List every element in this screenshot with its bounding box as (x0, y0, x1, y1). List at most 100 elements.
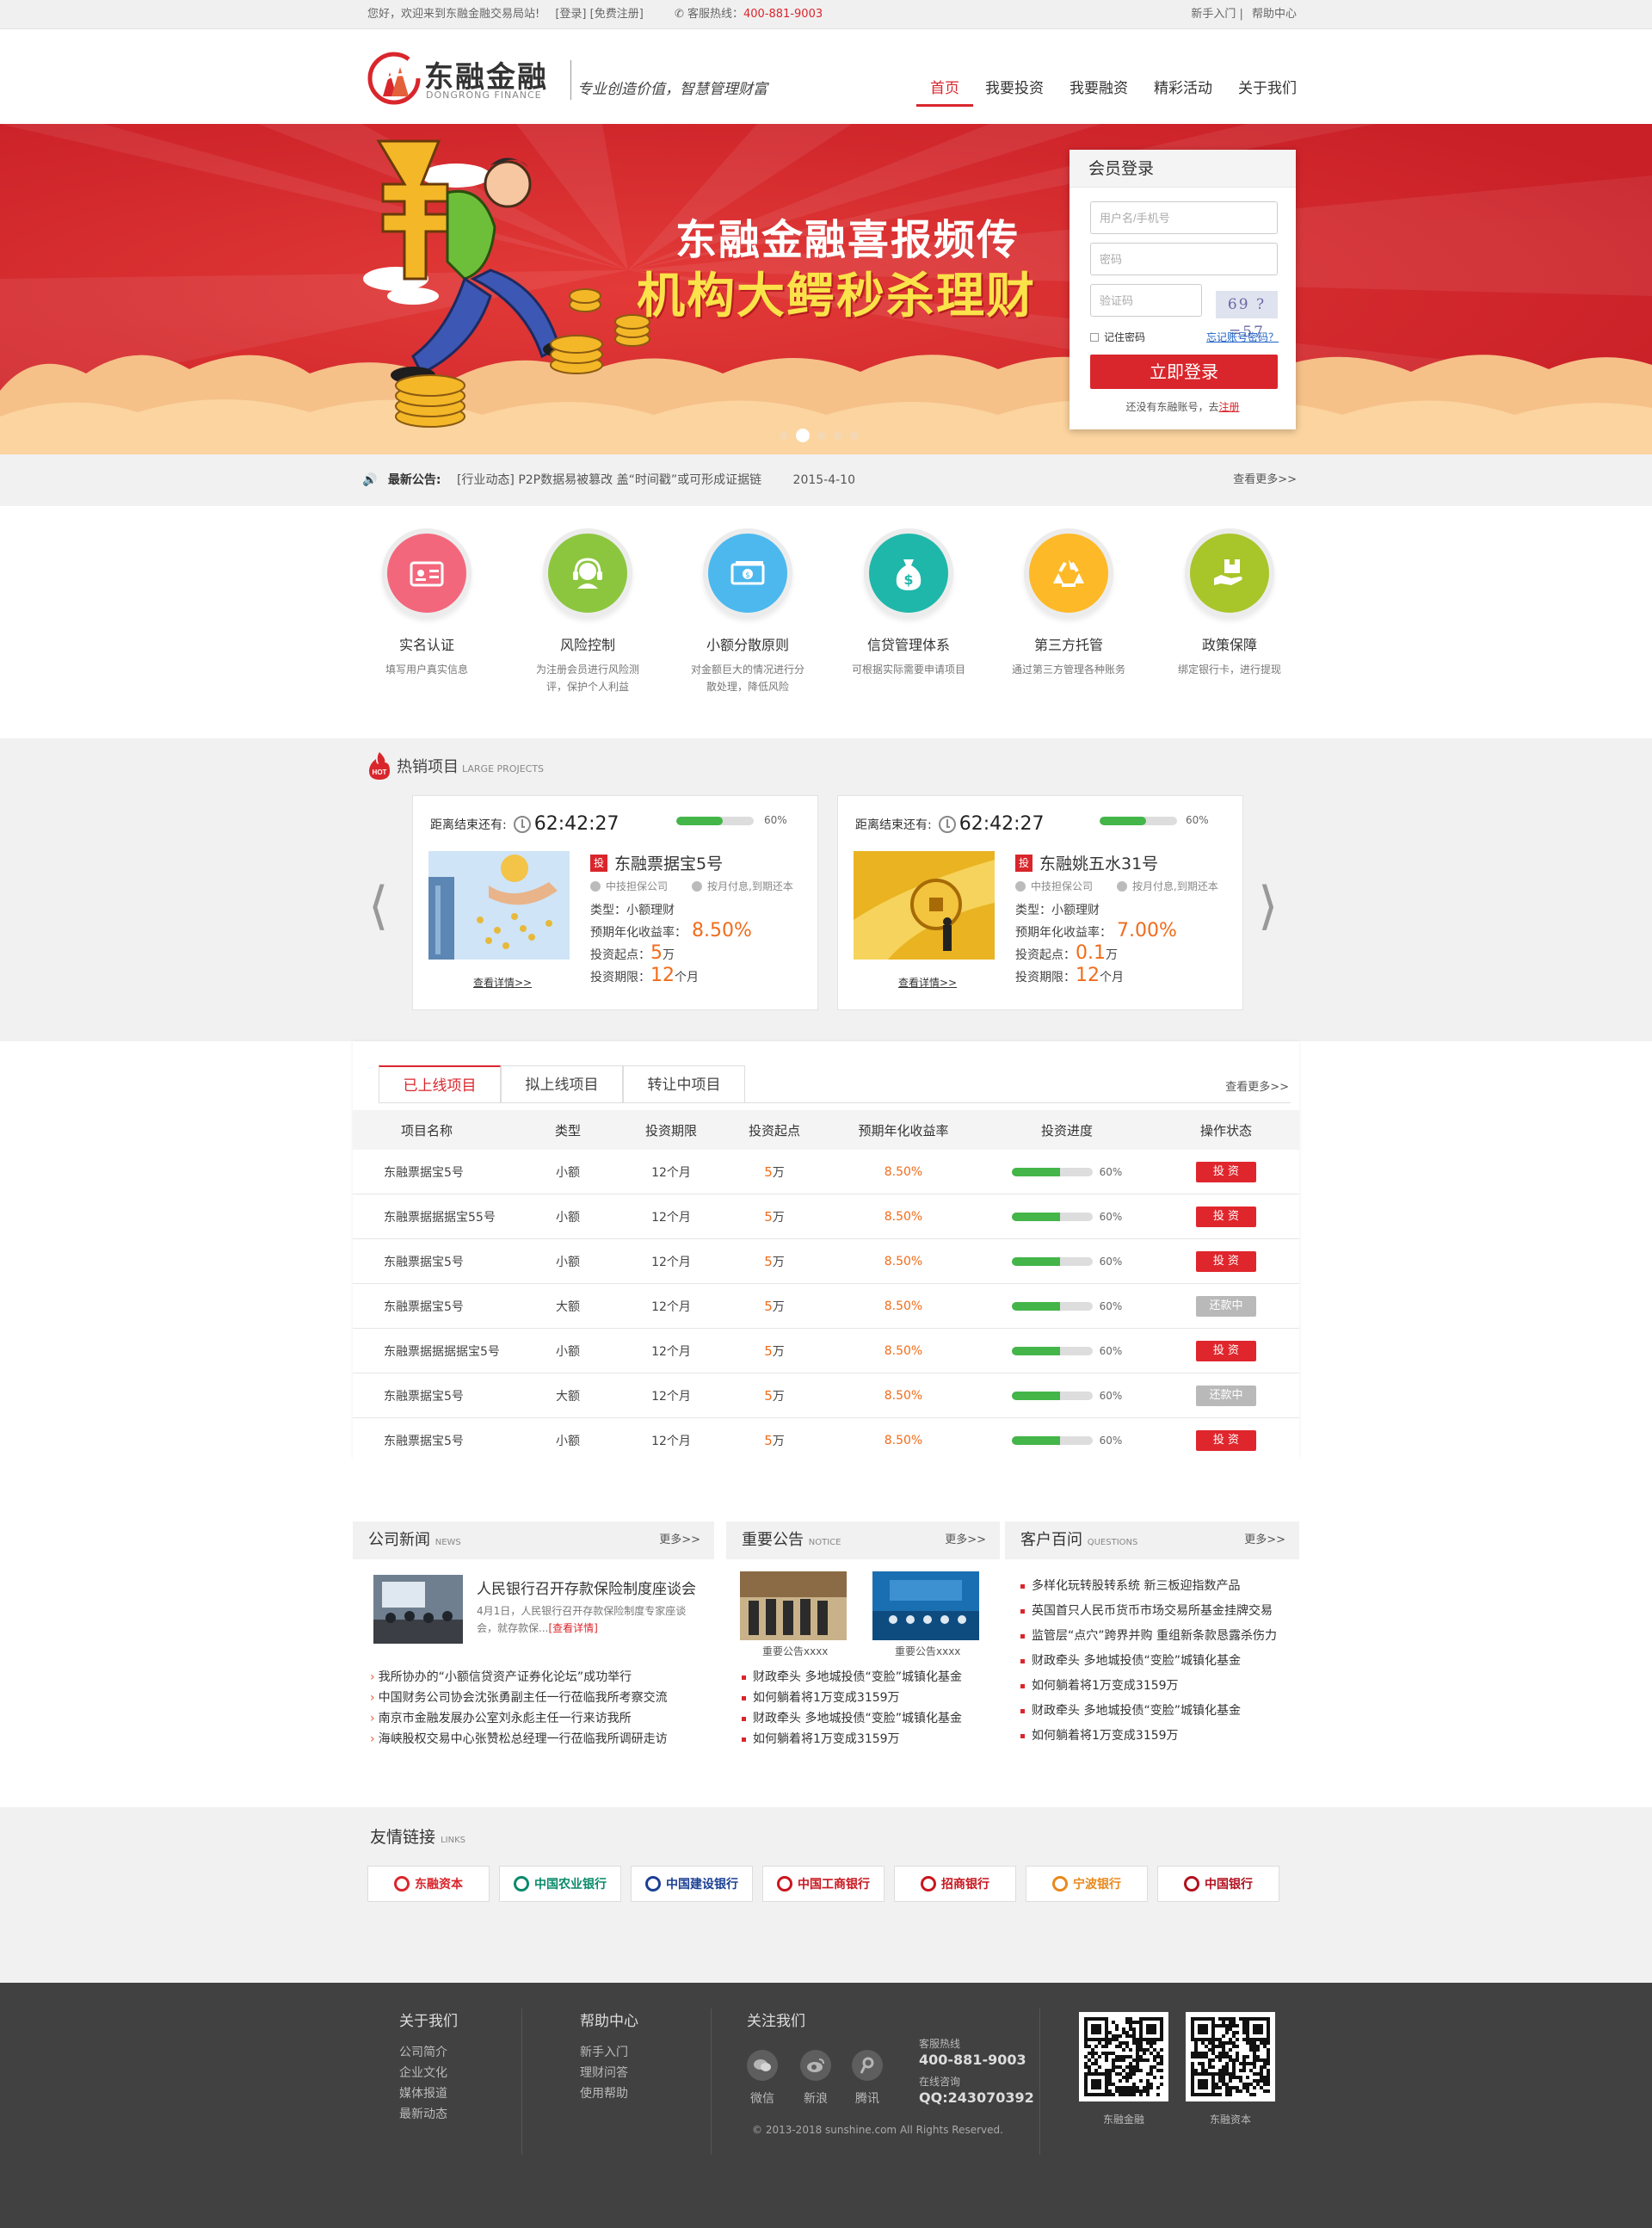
qa-item[interactable]: 财政牵头 多地城投债“变脸”城镇化基金 (1020, 1651, 1241, 1669)
copyright: © 2013-2018 sunshine.com All Rights Rese… (752, 2124, 1003, 2136)
project-name[interactable]: 投东融票据宝5号 (590, 851, 723, 874)
prev-arrow-icon[interactable]: ⟨ (368, 876, 388, 936)
help-link[interactable]: 帮助中心 (1252, 8, 1297, 21)
row-project-name[interactable]: 东融票据宝5号 (353, 1418, 542, 1462)
wechat-icon[interactable] (747, 2050, 778, 2081)
footer-link[interactable]: 媒体报道 (399, 2083, 458, 2104)
notice-item[interactable]: 财政牵头 多地城投债“变脸”城镇化基金 (742, 1668, 962, 1685)
notice-more-link[interactable]: 查看更多>> (1233, 454, 1297, 506)
news-item[interactable]: › 我所协办的“小额信贷资产证券化论坛”成功举行 (370, 1668, 632, 1685)
notice-item[interactable]: 财政牵头 多地城投债“变脸”城镇化基金 (742, 1709, 962, 1726)
news-item[interactable]: › 中国财务公司协会沈张勇副主任一行莅临我所考察交流 (370, 1688, 668, 1706)
newbie-link[interactable]: 新手入门 (1191, 8, 1236, 21)
row-project-name[interactable]: 东融票据宝5号 (353, 1150, 542, 1194)
slide-dot-active[interactable] (796, 429, 810, 442)
project-image[interactable] (428, 851, 570, 960)
welcome-text: 您好，欢迎来到东融金融交易局站! (367, 8, 540, 21)
project-image[interactable] (854, 851, 995, 960)
feature-title: 政策保障 (1201, 637, 1257, 653)
password-input[interactable]: 密码 (1090, 243, 1278, 275)
register-prompt-link[interactable]: 注册 (1219, 401, 1240, 413)
row-project-name[interactable]: 东融票据据据宝55号 (353, 1194, 542, 1238)
footer-link[interactable]: 最新动态 (399, 2104, 458, 2125)
tab-upcoming[interactable]: 拟上线项目 (501, 1065, 623, 1103)
row-term: 12个月 (651, 1344, 691, 1359)
news-headline[interactable]: 人民银行召开存款保险制度座谈会 (477, 1577, 696, 1598)
news-item[interactable]: › 海峡股权交易中心张赞松总经理一行莅临我所调研走访 (370, 1730, 668, 1747)
progress-label: 60% (1186, 814, 1209, 826)
remember-checkbox[interactable]: 记住密码 (1090, 330, 1145, 344)
invest-button[interactable]: 投 资 (1196, 1340, 1256, 1361)
friend-link[interactable]: 宁波银行 (1026, 1866, 1148, 1902)
friend-link[interactable]: 东融资本 (367, 1866, 490, 1902)
login-link[interactable]: [登录] (555, 8, 586, 21)
project-detail-link[interactable]: 查看详情>> (473, 975, 532, 990)
invest-button[interactable]: 投 资 (1196, 1161, 1256, 1182)
qa-item[interactable]: 财政牵头 多地城投债“变脸”城镇化基金 (1020, 1701, 1241, 1719)
next-arrow-icon[interactable]: ⟩ (1258, 876, 1278, 936)
nav-finance[interactable]: 我要融资 (1069, 76, 1128, 103)
news-detail-link[interactable]: [查看详情] (548, 1622, 597, 1634)
notice-more-link-2[interactable]: 更多>> (945, 1521, 986, 1559)
footer-link[interactable]: 理财问答 (580, 2063, 638, 2083)
friend-link[interactable]: 中国建设银行 (631, 1866, 753, 1902)
project-detail-link[interactable]: 查看详情>> (898, 975, 957, 990)
nav-events[interactable]: 精彩活动 (1154, 76, 1212, 103)
captcha-image[interactable]: 69 ? =57 (1216, 291, 1278, 341)
notice-thumbnail[interactable] (740, 1571, 847, 1640)
qa-item[interactable]: 英国首只人民币货币市场交易所基金挂牌交易 (1020, 1602, 1273, 1619)
slide-dot[interactable] (834, 431, 842, 440)
forgot-password-link[interactable]: 忘记账号密码？ (1206, 330, 1279, 344)
invest-button[interactable]: 投 资 (1196, 1429, 1256, 1451)
footer-link[interactable]: 公司简介 (399, 2042, 458, 2063)
row-progress-label: 60% (1099, 1344, 1123, 1357)
news-item[interactable]: › 南京市金融发展办公室刘永彪主任一行来访我所 (370, 1709, 632, 1726)
row-project-name[interactable]: 东融票据宝5号 (353, 1284, 542, 1328)
nav-home[interactable]: 首页 (916, 76, 973, 107)
friend-link[interactable]: 中国工商银行 (762, 1866, 885, 1902)
nav-about[interactable]: 关于我们 (1238, 76, 1297, 103)
project-name[interactable]: 投东融姚五水31号 (1015, 851, 1158, 874)
tab-online[interactable]: 已上线项目 (379, 1065, 501, 1103)
qa-item[interactable]: 多样化玩转股转系统 新三板迎指数产品 (1020, 1577, 1240, 1594)
footer-link[interactable]: 新手入门 (580, 2042, 638, 2063)
projects-more-link[interactable]: 查看更多>> (1225, 1077, 1289, 1094)
friend-link[interactable]: 中国银行 (1157, 1866, 1279, 1902)
progress-fill (1100, 817, 1146, 825)
footer-link[interactable]: 使用帮助 (580, 2083, 638, 2104)
row-progress-label: 60% (1099, 1165, 1123, 1178)
news-thumbnail[interactable] (373, 1575, 463, 1644)
notice-text[interactable]: [行业动态] P2P数据易被篡改 盖“时间戳”或可形成证据链 (457, 473, 761, 487)
notice-item[interactable]: 如何躺着将1万变成3159万 (742, 1730, 900, 1747)
nav-invest[interactable]: 我要投资 (985, 76, 1044, 103)
qa-item[interactable]: 如何躺着将1万变成3159万 (1020, 1676, 1179, 1694)
row-project-name[interactable]: 东融票据宝5号 (353, 1239, 542, 1283)
login-submit-button[interactable]: 立即登录 (1090, 355, 1278, 389)
bullet-icon (1020, 1708, 1025, 1713)
tencent-weibo-icon[interactable] (852, 2050, 883, 2081)
notice-thumbnail[interactable] (872, 1571, 979, 1640)
company-news-more-link[interactable]: 更多>> (659, 1521, 700, 1559)
qa-more-link[interactable]: 更多>> (1244, 1521, 1285, 1559)
captcha-input[interactable]: 验证码 (1090, 284, 1202, 317)
table-row: 东融票据宝5号 小额 12个月 5 万 8.50% 60% 投 资 (353, 1418, 1299, 1463)
qa-item[interactable]: 如何躺着将1万变成3159万 (1020, 1726, 1179, 1744)
qa-item[interactable]: 监管层“点穴”跨界并购 重组新条款恳露杀伤力 (1020, 1626, 1277, 1644)
friend-link[interactable]: 中国农业银行 (499, 1866, 621, 1902)
tab-transfer[interactable]: 转让中项目 (623, 1065, 745, 1103)
row-project-name[interactable]: 东融票据宝5号 (353, 1373, 542, 1417)
username-input[interactable]: 用户名/手机号 (1090, 201, 1278, 234)
invest-button[interactable]: 投 资 (1196, 1206, 1256, 1227)
footer-link[interactable]: 企业文化 (399, 2063, 458, 2083)
slide-dot[interactable] (780, 431, 788, 440)
notice-item[interactable]: 如何躺着将1万变成3159万 (742, 1688, 900, 1706)
friend-link[interactable]: 招商银行 (894, 1866, 1016, 1902)
slide-dot[interactable] (850, 431, 859, 440)
bank-logo-icon (645, 1876, 661, 1892)
checkbox-icon[interactable] (1090, 332, 1099, 342)
register-link[interactable]: [免费注册] (590, 8, 644, 21)
weibo-icon[interactable] (800, 2050, 831, 2081)
slide-dot[interactable] (817, 431, 826, 440)
row-project-name[interactable]: 东融票据据据据宝5号 (353, 1329, 542, 1373)
invest-button[interactable]: 投 资 (1196, 1250, 1256, 1272)
